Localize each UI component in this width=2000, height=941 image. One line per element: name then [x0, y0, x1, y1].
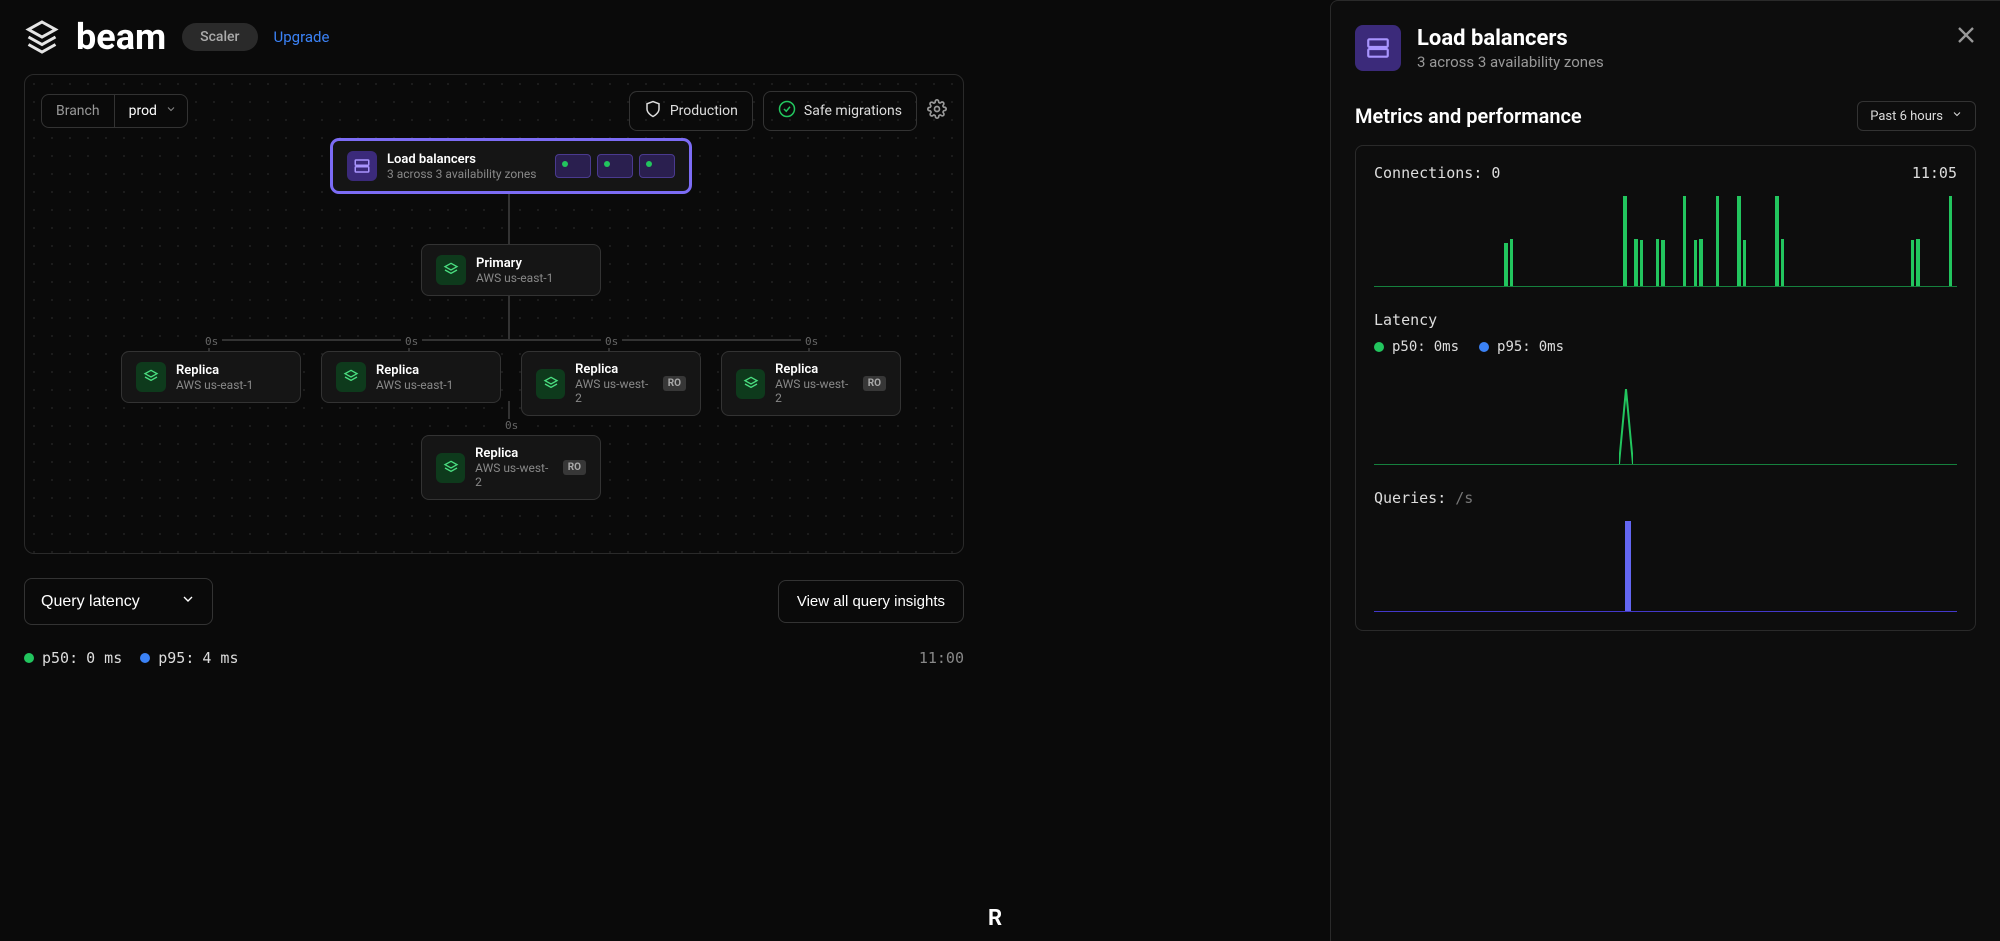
gear-icon[interactable]	[927, 99, 947, 123]
layers-icon	[1355, 25, 1401, 71]
lb-pod-indicator	[597, 154, 633, 178]
branch-label: Branch	[42, 95, 115, 127]
database-icon	[436, 453, 465, 483]
edge-latency: 0s	[601, 335, 622, 348]
ro-badge: RO	[563, 460, 586, 475]
lb-pod-indicator	[555, 154, 591, 178]
latency-chart: Latency p50: 0ms p95: 0ms	[1374, 311, 1957, 465]
database-icon	[336, 362, 366, 392]
safe-migrations-tag: Safe migrations	[763, 91, 917, 131]
ro-badge: RO	[863, 376, 886, 391]
legend-dot-green	[24, 653, 34, 663]
branch-selector[interactable]: Branch prod	[41, 94, 188, 128]
app-title: beam	[76, 16, 166, 58]
view-all-insights-button[interactable]: View all query insights	[778, 580, 964, 623]
database-icon	[136, 362, 166, 392]
panel-subtitle: 3 across 3 availability zones	[1417, 53, 1604, 71]
node-replica[interactable]: Replica AWS us-west-2 RO	[521, 351, 701, 416]
chevron-down-icon	[1951, 108, 1963, 124]
branch-value: prod	[115, 95, 187, 127]
edge-latency: 0s	[501, 419, 522, 432]
edge-latency: 0s	[801, 335, 822, 348]
legend-dot-blue	[1479, 342, 1489, 352]
queries-chart: Queries: /s	[1374, 489, 1957, 612]
database-icon	[536, 369, 565, 399]
edge-latency: 0s	[401, 335, 422, 348]
check-circle-icon	[778, 100, 796, 122]
legend-dot-green	[1374, 342, 1384, 352]
queries-bar	[1625, 521, 1631, 611]
lb-title: Load balancers	[387, 152, 536, 167]
production-tag: Production	[629, 91, 753, 131]
node-replica[interactable]: Replica AWS us-east-1	[121, 351, 301, 403]
chevron-down-icon	[165, 103, 177, 119]
database-icon	[736, 369, 765, 399]
connections-time: 11:05	[1912, 164, 1957, 182]
node-replica[interactable]: Replica AWS us-west-2 RO	[721, 351, 901, 416]
layers-icon	[347, 151, 377, 181]
database-icon	[436, 255, 466, 285]
logo-icon	[24, 19, 60, 55]
time-range-select[interactable]: Past 6 hours	[1857, 101, 1976, 131]
query-latency-button[interactable]: Query latency	[24, 578, 213, 625]
panel-title: Load balancers	[1417, 26, 1604, 51]
metrics-heading: Metrics and performance	[1355, 104, 1582, 128]
node-primary[interactable]: Primary AWS us-east-1	[421, 244, 601, 296]
tier-badge: Scaler	[182, 23, 257, 51]
node-replica[interactable]: Replica AWS us-west-2 RO	[421, 435, 601, 500]
lb-subtitle: 3 across 3 availability zones	[387, 167, 536, 181]
legend-dot-blue	[140, 653, 150, 663]
primary-subtitle: AWS us-east-1	[476, 271, 553, 285]
shield-icon	[644, 100, 662, 122]
node-load-balancer[interactable]: Load balancers 3 across 3 availability z…	[331, 139, 691, 193]
query-latency-legend: p50: 0 ms p95: 4 ms 11:00	[24, 649, 964, 667]
connections-chart: Connections: 0 11:05	[1374, 164, 1957, 287]
details-panel: Load balancers 3 across 3 availability z…	[1330, 0, 2000, 941]
upgrade-link[interactable]: Upgrade	[274, 28, 330, 46]
node-replica[interactable]: Replica AWS us-east-1	[321, 351, 501, 403]
replicas-heading: R	[988, 906, 1002, 931]
close-icon[interactable]	[1952, 21, 1980, 49]
lb-pod-indicator	[639, 154, 675, 178]
topology-card: Branch prod Production	[24, 74, 964, 554]
edge-latency: 0s	[201, 335, 222, 348]
legend-time: 11:00	[919, 649, 964, 667]
chevron-down-icon	[180, 591, 196, 612]
primary-title: Primary	[476, 256, 553, 271]
ro-badge: RO	[663, 376, 686, 391]
latency-spike	[1619, 389, 1633, 464]
